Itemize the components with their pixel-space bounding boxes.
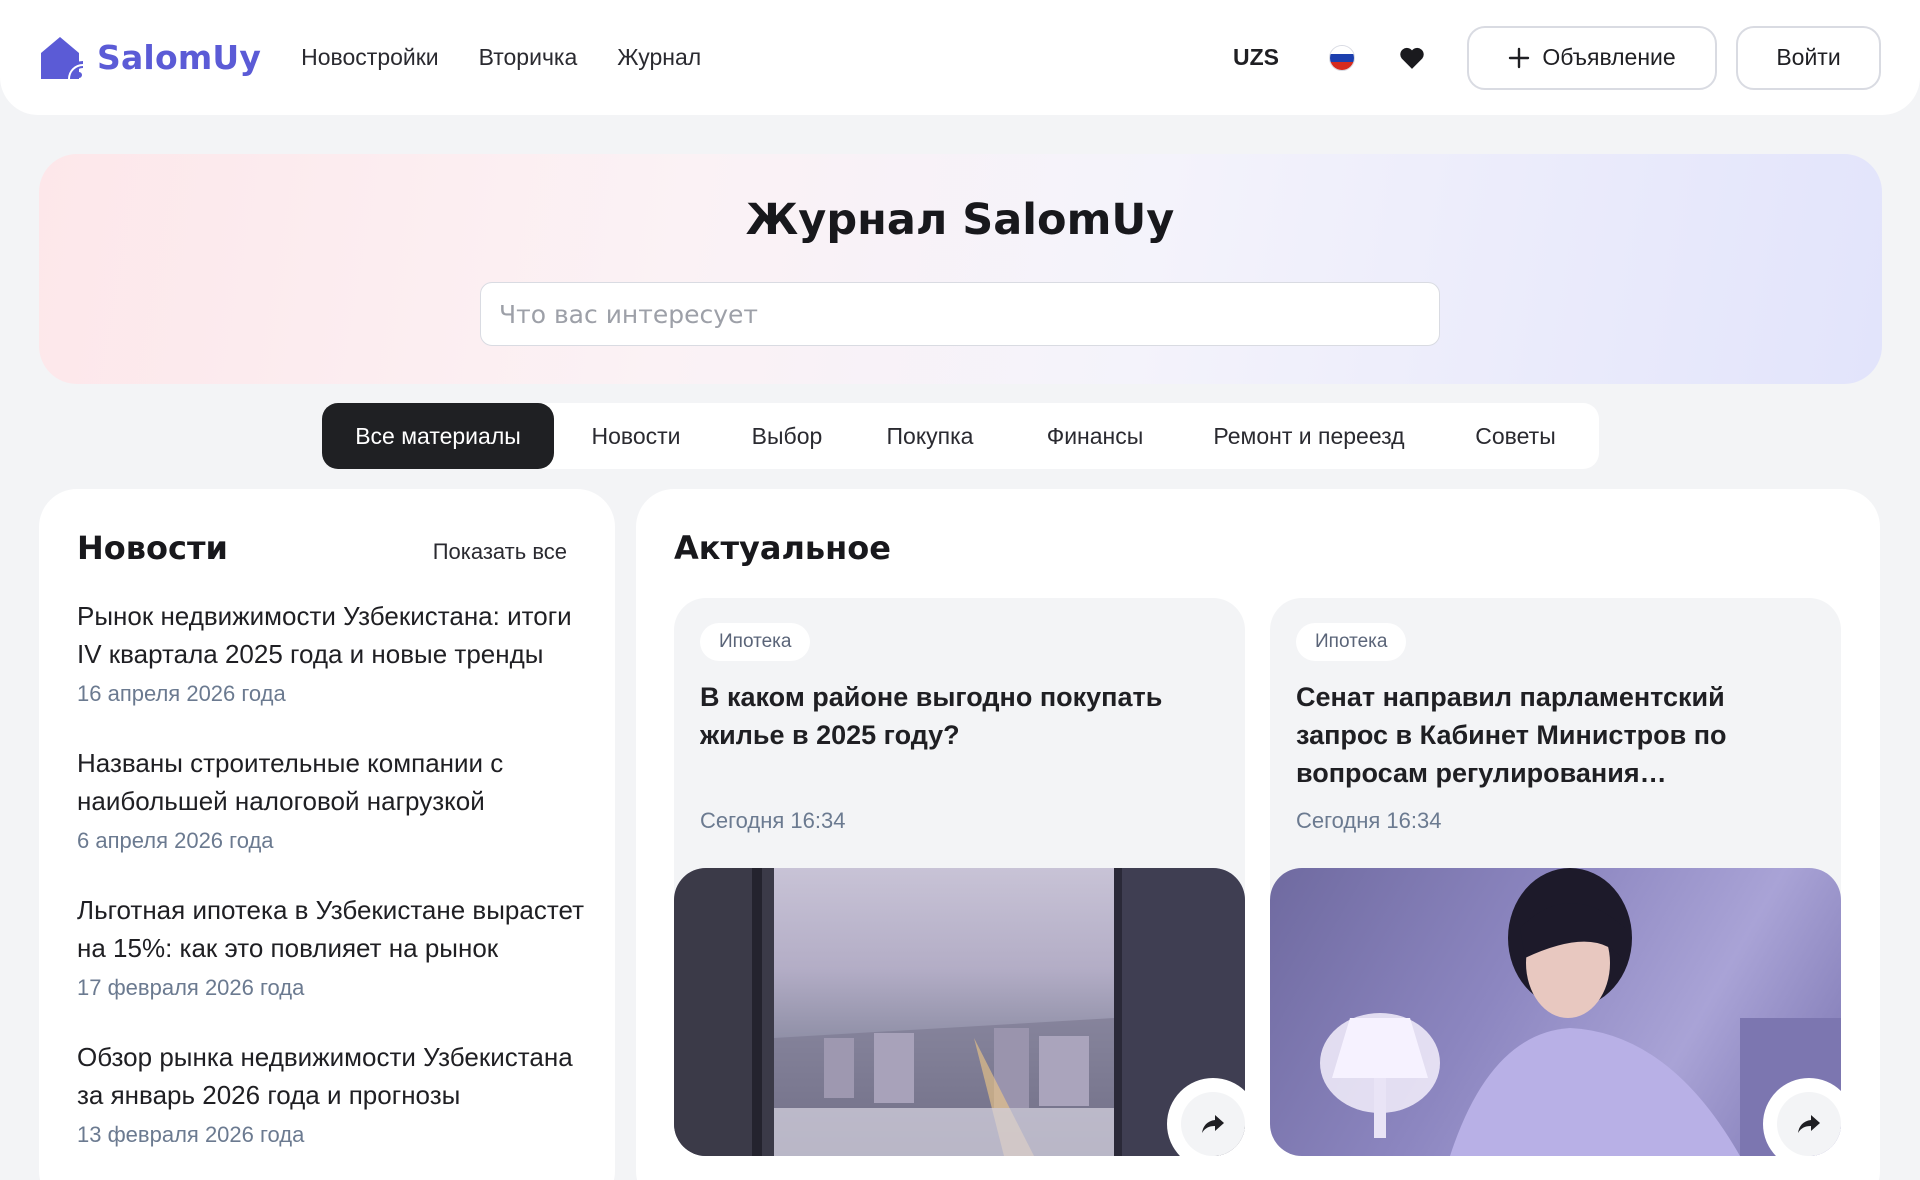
currency-selector[interactable]: UZS — [1233, 44, 1279, 71]
article-card[interactable]: Ипотека Сенат направил парламентский зап… — [1270, 598, 1841, 1156]
tab-news[interactable]: Новости — [554, 403, 718, 469]
news-item-date: 16 апреля 2026 года — [77, 681, 286, 706]
article-tag: Ипотека — [1296, 623, 1407, 661]
show-all-link[interactable]: Показать все — [433, 539, 567, 565]
news-item-title: Льготная ипотека в Узбекистане вырастет … — [77, 895, 584, 963]
article-image-woman — [1270, 868, 1841, 1156]
add-listing-button[interactable]: Объявление — [1467, 25, 1717, 90]
news-item-title: Рынок недвижимости Узбекистана: итоги IV… — [77, 601, 572, 669]
tab-renovation[interactable]: Ремонт и переезд — [1186, 403, 1432, 469]
news-item-title: Обзор рынка недвижимости Узбекистана за … — [77, 1042, 573, 1110]
news-item[interactable]: Льготная ипотека в Узбекистане вырастет … — [77, 891, 587, 1001]
share-button[interactable] — [1777, 1092, 1841, 1156]
share-icon — [1798, 1115, 1820, 1133]
tab-purchase[interactable]: Покупка — [856, 403, 1004, 469]
nav-journal[interactable]: Журнал — [617, 44, 701, 71]
top-header: SalomUy Новостройки Вторичка Журнал UZS … — [0, 0, 1920, 115]
article-card[interactable]: Ипотека В каком районе выгодно покупать … — [674, 598, 1245, 1156]
featured-heading: Актуальное — [674, 529, 891, 567]
tab-tips[interactable]: Советы — [1432, 403, 1599, 469]
woman-illustration — [1320, 868, 1841, 1156]
news-item-title: Названы строительные компании с наибольш… — [77, 748, 504, 816]
share-button[interactable] — [1181, 1092, 1245, 1156]
hero-banner — [39, 154, 1882, 384]
main-nav: Новостройки Вторичка Журнал — [301, 44, 701, 71]
article-tag: Ипотека — [700, 623, 811, 661]
category-tabs: Все материалы Новости Выбор Покупка Фина… — [322, 403, 1599, 469]
logo[interactable]: SalomUy — [39, 35, 261, 81]
house-logo-icon — [41, 36, 84, 79]
news-item-date: 13 февраля 2026 года — [77, 1122, 305, 1147]
news-item-date: 17 февраля 2026 года — [77, 975, 305, 1000]
tab-all-materials[interactable]: Все материалы — [322, 403, 554, 469]
page-title: Журнал SalomUy — [745, 195, 1175, 245]
tab-choice[interactable]: Выбор — [718, 403, 856, 469]
news-item[interactable]: Рынок недвижимости Узбекистана: итоги IV… — [77, 597, 587, 707]
article-time: Сегодня 16:34 — [1296, 808, 1442, 833]
heart-icon[interactable] — [1399, 46, 1425, 70]
russian-flag-icon[interactable] — [1329, 44, 1355, 71]
share-icon — [1202, 1115, 1224, 1133]
article-image-city — [674, 868, 1245, 1156]
plus-icon — [1509, 47, 1530, 68]
header-actions: UZS Объявление Войти — [1233, 25, 1881, 90]
nav-secondary[interactable]: Вторичка — [479, 44, 578, 71]
news-panel: Новости Показать все Рынок недвижимости … — [39, 489, 615, 1180]
news-item-date: 6 апреля 2026 года — [77, 828, 274, 853]
search-input[interactable] — [480, 282, 1440, 346]
login-button[interactable]: Войти — [1736, 25, 1881, 90]
add-listing-label: Объявление — [1542, 44, 1676, 70]
nav-new-buildings[interactable]: Новостройки — [301, 44, 439, 71]
city-illustration — [674, 868, 1245, 1156]
article-time: Сегодня 16:34 — [700, 808, 846, 833]
news-item[interactable]: Названы строительные компании с наибольш… — [77, 744, 587, 854]
article-title: В каком районе выгодно покупать жилье в … — [700, 682, 1163, 750]
tab-finance[interactable]: Финансы — [1004, 403, 1186, 469]
news-heading: Новости — [77, 529, 228, 567]
news-item[interactable]: Обзор рынка недвижимости Узбекистана за … — [77, 1038, 587, 1148]
article-title: Сенат направил парламентский запрос в Ка… — [1296, 682, 1727, 788]
logo-text: SalomUy — [97, 38, 262, 77]
